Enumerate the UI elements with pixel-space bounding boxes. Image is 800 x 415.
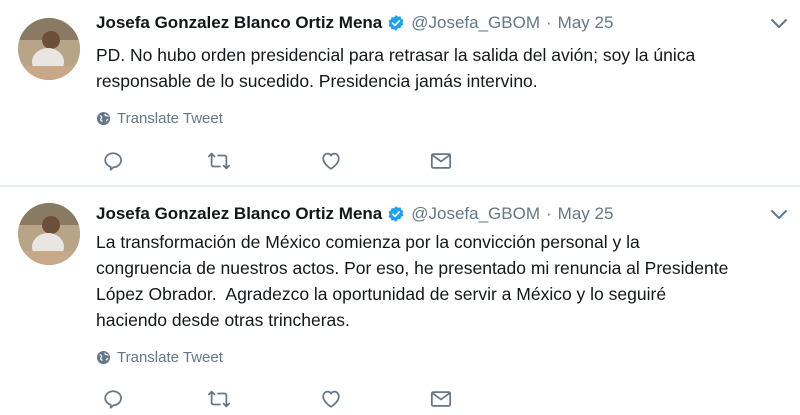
tweet-date[interactable]: May 25 xyxy=(558,13,614,33)
author-handle[interactable]: @Josefa_GBOM xyxy=(411,204,540,224)
tweet[interactable]: Josefa Gonzalez Blanco Ortiz Mena @Josef… xyxy=(0,187,800,415)
translate-tweet-link[interactable]: Translate Tweet xyxy=(96,349,223,366)
tweet-text-line: haciendo desde otras trincheras. xyxy=(96,310,350,330)
translate-tweet-link[interactable]: Translate Tweet xyxy=(96,110,223,127)
tweet-actions xyxy=(96,387,496,411)
heart-icon[interactable] xyxy=(318,387,344,411)
envelope-icon[interactable] xyxy=(428,387,454,411)
envelope-icon[interactable] xyxy=(428,149,454,173)
globe-icon xyxy=(96,350,111,365)
tweet-text-line: responsable de lo sucedido. Presidencia … xyxy=(96,71,538,91)
tweet[interactable]: Josefa Gonzalez Blanco Ortiz Mena @Josef… xyxy=(0,0,800,186)
globe-icon xyxy=(96,111,111,126)
separator-dot: · xyxy=(546,204,552,223)
tweet-date[interactable]: May 25 xyxy=(558,204,614,224)
retweet-icon[interactable] xyxy=(206,387,232,411)
verified-badge-icon xyxy=(387,14,405,32)
translate-label: Translate Tweet xyxy=(117,110,223,127)
reply-icon[interactable] xyxy=(100,149,126,173)
tweet-text-line: PD. No hubo orden presidencial para retr… xyxy=(96,45,696,65)
separator-dot: · xyxy=(546,13,552,32)
author-handle[interactable]: @Josefa_GBOM xyxy=(411,13,540,33)
reply-icon[interactable] xyxy=(100,387,126,411)
tweet-header: Josefa Gonzalez Blanco Ortiz Mena @Josef… xyxy=(96,10,613,36)
tweet-text-line: congruencia de nuestros actos. Por eso, … xyxy=(96,258,729,278)
tweet-text-line: La transformación de México comienza por… xyxy=(96,232,640,252)
author-name[interactable]: Josefa Gonzalez Blanco Ortiz Mena xyxy=(96,13,382,33)
tweet-text: La transformación de México comienza por… xyxy=(96,229,786,333)
translate-label: Translate Tweet xyxy=(117,349,223,366)
verified-badge-icon xyxy=(387,205,405,223)
heart-icon[interactable] xyxy=(318,149,344,173)
tweet-actions xyxy=(96,149,496,173)
avatar[interactable] xyxy=(18,203,80,265)
chevron-down-icon[interactable] xyxy=(768,14,790,34)
tweet-text-line: López Obrador. Agradezco la oportunidad … xyxy=(96,284,667,304)
tweet-text: PD. No hubo orden presidencial para retr… xyxy=(96,42,786,94)
retweet-icon[interactable] xyxy=(206,149,232,173)
chevron-down-icon[interactable] xyxy=(768,205,790,225)
avatar[interactable] xyxy=(18,18,80,80)
author-name[interactable]: Josefa Gonzalez Blanco Ortiz Mena xyxy=(96,204,382,224)
tweet-header: Josefa Gonzalez Blanco Ortiz Mena @Josef… xyxy=(96,201,613,227)
